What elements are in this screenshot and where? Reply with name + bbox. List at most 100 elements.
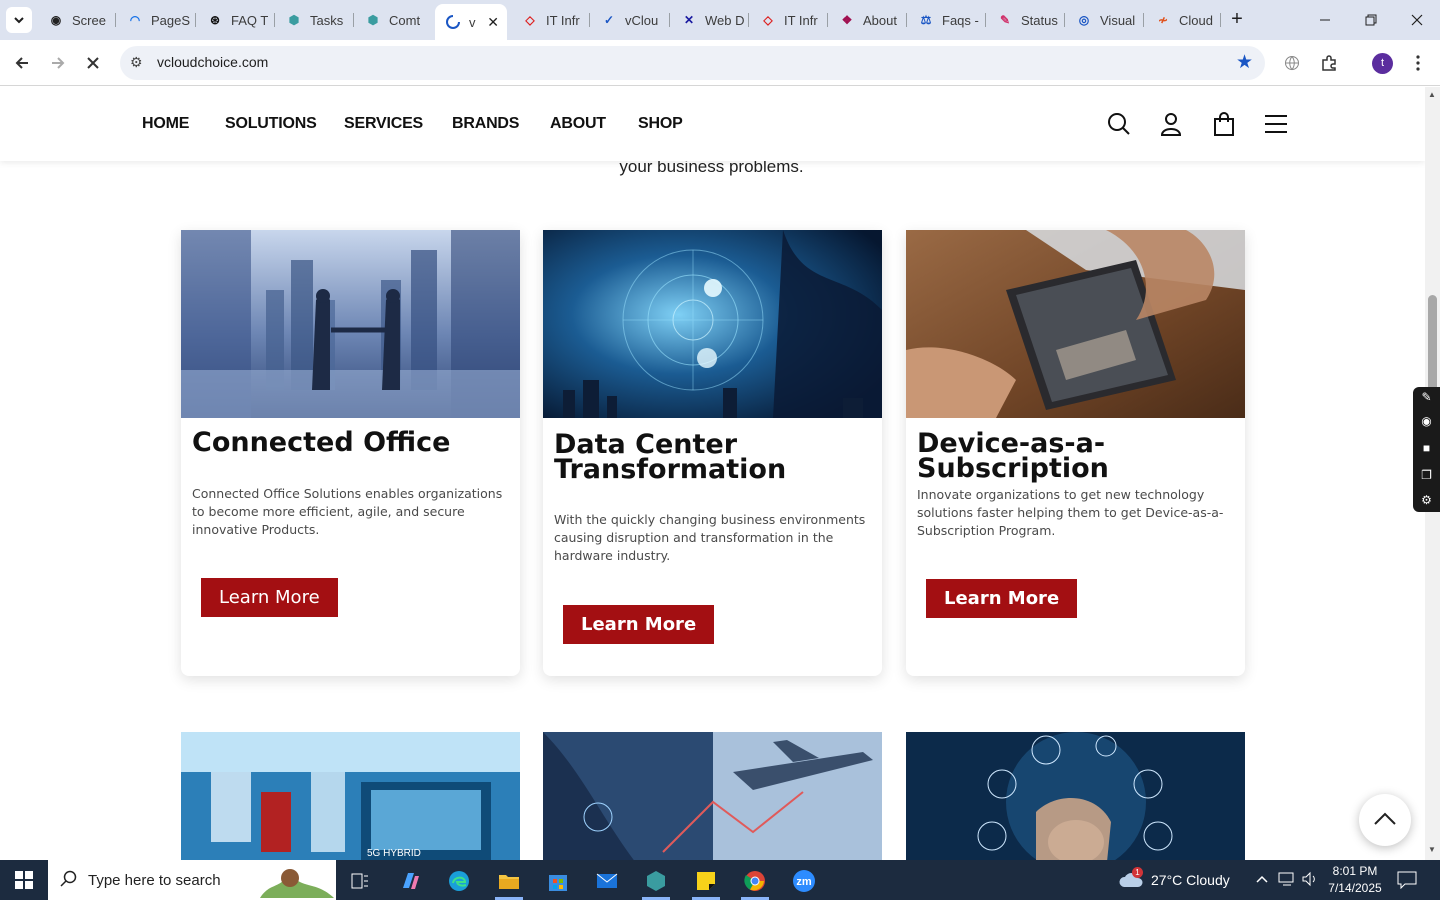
nav-solutions[interactable]: SOLUTIONS [225,115,317,133]
stop-loading-button[interactable] [78,48,108,78]
pagespeed-icon: ◠ [129,13,141,27]
edge-icon[interactable] [439,864,479,898]
card-title: Device-as-a-Subscription [917,428,1109,484]
task-view-icon[interactable] [340,864,380,898]
chevron-down-icon [14,17,24,24]
gear-icon[interactable]: ⚙ [1419,493,1434,508]
tab-faq[interactable]: ⊛ FAQ T [197,6,273,34]
weather-text[interactable]: 27°C Cloudy [1151,872,1230,888]
tab-comt[interactable]: ⬢ Comt [355,6,431,34]
show-hidden-icons-chevron-icon[interactable] [1255,872,1269,891]
learn-more-button[interactable]: Learn More [201,578,338,617]
chevron-up-icon [1374,812,1396,825]
microsoft-store-icon[interactable] [538,864,578,898]
tab-about[interactable]: ❖ About [829,6,905,34]
network-icon[interactable] [1278,871,1296,892]
tab-separator [274,13,275,27]
close-window-button[interactable] [1394,0,1440,40]
site-info-icon[interactable]: ⚙ [130,54,143,71]
tab-visual[interactable]: ◎ Visual [1066,6,1142,34]
card-data-center: Data Center Transformation With the quic… [543,230,882,676]
taskbar-search-box[interactable]: Type here to search [48,860,336,900]
bookmark-star-icon[interactable]: ★ [1236,51,1253,74]
video-icon[interactable]: ■ [1419,441,1434,456]
file-explorer-icon[interactable] [489,864,529,900]
search-icon[interactable] [1106,111,1132,137]
faq-icon: ⊛ [209,13,221,27]
nav-services[interactable]: SERVICES [344,115,423,133]
tab-separator [748,13,749,27]
loading-icon [445,14,461,30]
cloud-icon: ≁ [1157,13,1169,27]
app-hexagon-icon[interactable] [636,864,676,900]
screen-recorder-widget: ✎ ◉ ■ ❐ ⚙ [1413,387,1440,512]
translate-icon[interactable] [1280,51,1304,75]
tab-status[interactable]: ✎ Status [987,6,1063,34]
nav-brands[interactable]: BRANDS [452,115,519,133]
card-title: Data Center Transformation [554,429,787,485]
chrome-icon[interactable] [735,864,775,900]
tab-pagespeed[interactable]: ◠ PageS [117,6,193,34]
address-bar[interactable]: ⚙ vcloudchoice.com ★ [120,46,1265,80]
card-connected-office: Connected Office Connected Office Soluti… [181,230,520,676]
volume-icon[interactable] [1301,871,1319,892]
copilot-icon[interactable] [390,864,430,898]
hamburger-menu-icon[interactable] [1263,111,1289,137]
card-image-business-handshake [181,230,520,418]
card-description: With the quickly changing business envir… [554,512,866,563]
tab-active-vcloudchoice[interactable]: v ✕ [435,4,507,40]
vcloud-icon: ✓ [603,13,615,27]
zoom-icon[interactable]: zm [784,864,824,898]
sticky-notes-icon[interactable] [686,864,726,900]
nav-shop[interactable]: SHOP [638,115,683,133]
tab-tasks[interactable]: ⬢ Tasks [276,6,352,34]
scroll-to-top-button[interactable] [1359,794,1411,846]
profile-avatar[interactable]: t [1372,53,1393,74]
close-tab-icon[interactable]: ✕ [487,14,499,31]
tab-screencast[interactable]: ◉ Scree [38,6,114,34]
close-icon [1411,14,1423,26]
menu-kebab-icon[interactable] [1406,51,1430,75]
notification-center-icon[interactable] [1397,871,1417,894]
restore-button[interactable] [1348,0,1394,40]
system-clock[interactable]: 8:01 PM 7/14/2025 [1322,863,1388,897]
camera-icon[interactable]: ◉ [1419,414,1434,429]
start-button[interactable] [0,860,48,900]
tab-separator [195,13,196,27]
tab-search-button[interactable] [6,7,32,33]
new-tab-button[interactable]: + [1226,8,1248,30]
tab-cloud[interactable]: ≁ Cloud [1145,6,1221,34]
tab-vcloud[interactable]: ✓ vClou [591,6,667,34]
minimize-icon [1320,19,1330,21]
mail-icon[interactable] [587,864,627,898]
pen-icon[interactable]: ✎ [1419,390,1434,405]
shopping-bag-icon[interactable] [1211,111,1237,137]
tab-separator [985,13,986,27]
url-text[interactable]: vcloudchoice.com [157,54,268,70]
card-title: Connected Office [192,427,451,458]
scroll-up-arrow-icon[interactable]: ▲ [1428,90,1436,99]
site-header: HOME SOLUTIONS SERVICES BRANDS ABOUT SHO… [0,87,1425,161]
learn-more-button[interactable]: Learn More [926,579,1078,618]
scroll-down-arrow-icon[interactable]: ▼ [1428,845,1436,854]
learn-more-button[interactable]: Learn More [563,605,715,644]
tab-separator [1064,13,1065,27]
tab-it-infra[interactable]: ◇ IT Infr [512,6,588,34]
window-icon[interactable]: ❐ [1419,468,1434,483]
clock-date: 7/14/2025 [1328,881,1382,895]
card-description: Connected Office Solutions enables organ… [192,486,503,537]
tab-it-infra-2[interactable]: ◇ IT Infr [750,6,826,34]
minimize-button[interactable] [1302,0,1348,40]
image-caption-5g-hybrid: 5G HYBRID [367,848,421,859]
nav-home[interactable]: HOME [142,115,189,133]
card-image-logistics-airplane [543,732,882,860]
tab-separator [827,13,828,27]
tab-webd[interactable]: ✕ Web D [671,6,747,34]
extensions-icon[interactable] [1317,51,1341,75]
back-button[interactable] [7,48,37,78]
user-account-icon[interactable] [1158,111,1184,137]
nav-about[interactable]: ABOUT [550,115,606,133]
tab-faqs[interactable]: ⚖ Faqs - [908,6,984,34]
restore-icon [1365,14,1377,26]
forward-button[interactable] [43,48,73,78]
